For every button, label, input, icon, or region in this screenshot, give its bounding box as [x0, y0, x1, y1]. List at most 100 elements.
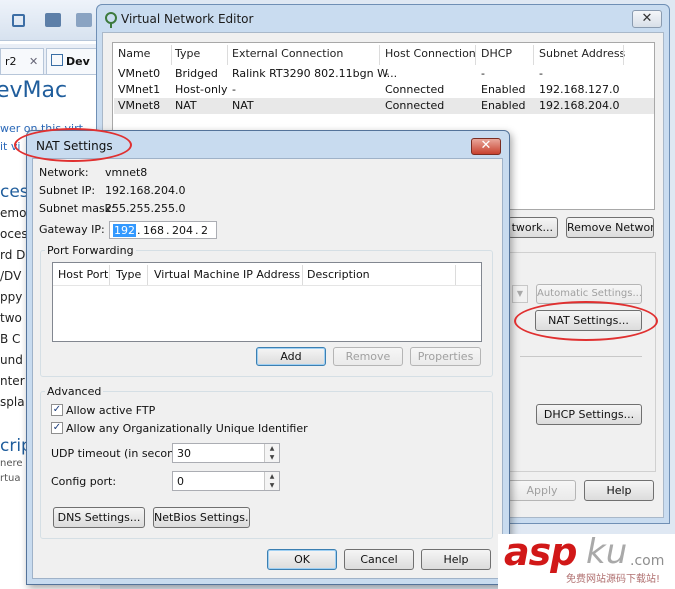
cell-host: Connected [385, 83, 445, 96]
close-icon[interactable]: ✕ [632, 10, 662, 28]
column-header-external[interactable]: External Connection [232, 47, 343, 63]
tab-vm-devmac[interactable]: Dev [46, 48, 100, 74]
device-usb[interactable]: B C [0, 332, 20, 346]
tab-label: r2 [5, 55, 17, 68]
table-row-selected[interactable]: VMnet8 NAT NAT Connected Enabled 192.168… [114, 98, 654, 114]
allow-active-ftp-checkbox[interactable]: ✓ [51, 404, 63, 416]
cell-subnet: - [539, 67, 543, 80]
device-display[interactable]: spla [0, 395, 25, 409]
description-line: nere [0, 458, 23, 469]
advanced-label: Advanced [45, 385, 104, 398]
cell-subnet: 192.168.127.0 [539, 83, 620, 96]
device-printer[interactable]: nter [0, 374, 25, 388]
watermark-tagline: 免费网站源码下载站! [566, 574, 661, 585]
unity-icon[interactable] [45, 13, 61, 27]
device-processors[interactable]: oces [0, 227, 28, 241]
device-cd-dvd[interactable]: /DV [0, 269, 21, 283]
cancel-button[interactable]: Cancel [344, 549, 414, 570]
column-header-host-port[interactable]: Host Port [58, 268, 108, 281]
column-header-description[interactable]: Description [307, 268, 370, 281]
close-icon[interactable]: ✕ [471, 138, 501, 155]
vm-name-title: evMac [0, 78, 68, 103]
vm-tab-strip: r2 ✕ Dev [0, 44, 100, 75]
column-header-dhcp[interactable]: DHCP [481, 47, 512, 63]
column-header-host[interactable]: Host Connection [385, 47, 476, 63]
ip-dot: . [166, 224, 170, 237]
device-network[interactable]: two [0, 311, 22, 325]
allow-oui-checkbox[interactable]: ✓ [51, 422, 63, 434]
cell-type: Bridged [175, 67, 218, 80]
remove-network-button[interactable]: Remove Network [566, 217, 654, 238]
add-network-button[interactable]: twork... [508, 217, 558, 238]
netbios-settings-button[interactable]: NetBios Settings... [153, 507, 250, 528]
config-port-stepper[interactable]: 0 ▲ ▼ [172, 471, 280, 491]
column-header-subnet[interactable]: Subnet Address [539, 47, 625, 63]
port-forwarding-label: Port Forwarding [45, 244, 136, 257]
device-memory[interactable]: emo [0, 206, 26, 220]
watermark-logo: .com [630, 553, 665, 569]
cell-host: - [385, 67, 389, 80]
cell-external: NAT [232, 99, 254, 112]
fullscreen-icon[interactable] [12, 14, 25, 27]
gateway-octet-1[interactable]: 192 [113, 224, 136, 237]
window-title: Virtual Network Editor [121, 12, 254, 26]
gateway-octet-4[interactable]: 2 [201, 224, 208, 237]
spin-up-icon[interactable]: ▲ [264, 444, 279, 453]
cell-dhcp: Enabled [481, 99, 526, 112]
ok-button[interactable]: OK [267, 549, 337, 570]
port-forwarding-list[interactable]: Host Port Type Virtual Machine IP Addres… [52, 262, 482, 342]
annotation-ellipse [514, 301, 658, 341]
column-header-name[interactable]: Name [118, 47, 150, 63]
properties-button[interactable]: Properties [410, 347, 481, 366]
apply-button[interactable]: Apply [508, 480, 576, 501]
cell-external: Ralink RT3290 802.11bgn W... [232, 67, 398, 80]
cell-dhcp: Enabled [481, 83, 526, 96]
spin-up-icon[interactable]: ▲ [264, 472, 279, 481]
vne-help-button[interactable]: Help [584, 480, 654, 501]
device-sound[interactable]: und [0, 353, 23, 367]
ip-dot: . [137, 224, 141, 237]
vm-icon [51, 54, 63, 66]
udp-timeout-stepper[interactable]: 30 ▲ ▼ [172, 443, 280, 463]
spin-down-icon[interactable]: ▼ [264, 453, 279, 462]
annotation-ellipse [14, 128, 132, 162]
tab-label: Dev [66, 55, 90, 68]
column-header-type[interactable]: Type [116, 268, 141, 281]
add-port-forward-button[interactable]: Add [256, 347, 326, 366]
tab-vm-r2[interactable]: r2 ✕ [0, 48, 44, 74]
subnet-mask-value: 255.255.255.0 [105, 202, 186, 215]
ip-dot: . [195, 224, 199, 237]
column-header-type[interactable]: Type [175, 47, 200, 63]
device-hard-disk[interactable]: rd D [0, 248, 25, 262]
console-view-icon[interactable] [76, 13, 92, 27]
table-row[interactable]: VMnet1 Host-only - Connected Enabled 192… [114, 82, 654, 98]
bridged-adapter-dropdown[interactable]: ▼ [512, 285, 528, 303]
column-header-vm-ip[interactable]: Virtual Machine IP Address [154, 268, 300, 281]
cell-type: NAT [175, 99, 197, 112]
dhcp-settings-button[interactable]: DHCP Settings... [536, 404, 642, 425]
cell-host: Connected [385, 99, 445, 112]
remove-port-forward-button[interactable]: Remove [333, 347, 403, 366]
table-row[interactable]: VMnet0 Bridged Ralink RT3290 802.11bgn W… [114, 66, 654, 82]
allow-active-ftp-label: Allow active FTP [66, 404, 156, 417]
close-tab-icon[interactable]: ✕ [29, 49, 38, 75]
cell-dhcp: - [481, 67, 485, 80]
cell-type: Host-only [175, 83, 228, 96]
gateway-octet-2[interactable]: 168 [143, 224, 164, 237]
udp-timeout-value: 30 [177, 447, 191, 460]
spin-down-icon[interactable]: ▼ [264, 481, 279, 490]
gateway-octet-3[interactable]: 204 [172, 224, 193, 237]
divider [520, 356, 642, 357]
subnet-ip-value: 192.168.204.0 [105, 184, 186, 197]
dns-settings-button[interactable]: DNS Settings... [53, 507, 145, 528]
nat-help-button[interactable]: Help [421, 549, 491, 570]
cell-name: VMnet1 [118, 83, 161, 96]
devices-heading: ces [0, 182, 29, 202]
network-label: Network: [39, 166, 89, 179]
device-floppy[interactable]: ppy [0, 290, 22, 304]
cell-name: VMnet0 [118, 67, 161, 80]
config-port-label: Config port: [51, 475, 117, 488]
subnet-ip-label: Subnet IP: [39, 184, 96, 197]
subnet-mask-label: Subnet mask: [39, 202, 115, 215]
gateway-ip-input[interactable]: 192 . 168 . 204 . 2 [109, 221, 217, 239]
